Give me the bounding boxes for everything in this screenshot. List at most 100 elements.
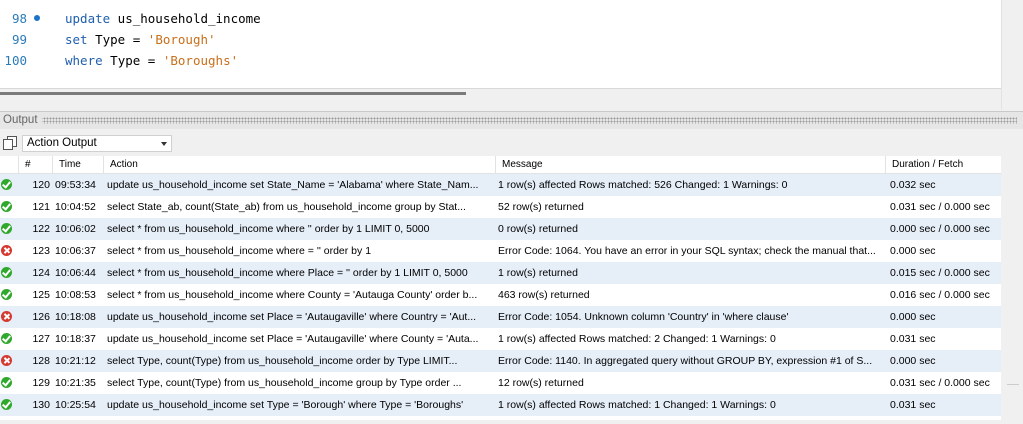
row-number: 127 bbox=[32, 333, 50, 345]
statement-marker-icon bbox=[34, 15, 40, 21]
row-message: 463 row(s) returned bbox=[498, 289, 590, 301]
status-cell bbox=[0, 350, 18, 372]
row-message: Error Code: 1064. You have an error in y… bbox=[498, 245, 876, 257]
row-duration: 0.000 sec bbox=[890, 311, 936, 323]
row-action: select Type, count(Type) from us_househo… bbox=[107, 377, 462, 389]
row-duration: 0.015 sec / 0.000 sec bbox=[890, 267, 990, 279]
column-header-number[interactable]: # bbox=[18, 156, 55, 173]
table-row[interactable]: 124 10:06:44 select * from us_household_in… bbox=[0, 262, 1001, 284]
success-check-icon bbox=[1, 223, 12, 234]
row-message: 0 row(s) returned bbox=[498, 223, 578, 235]
status-cell bbox=[0, 394, 18, 416]
row-number: 122 bbox=[32, 223, 50, 235]
row-time: 10:21:35 bbox=[55, 377, 96, 389]
action-output-grid[interactable]: # Time Action Message Duration / Fetch 1… bbox=[0, 156, 1001, 420]
column-header-time[interactable]: Time bbox=[52, 156, 103, 173]
row-action: update us_household_income set Place = '… bbox=[107, 311, 477, 323]
status-cell bbox=[0, 284, 18, 306]
column-header-action[interactable]: Action bbox=[103, 156, 495, 173]
table-row[interactable]: 120 09:53:34 update us_household_income se… bbox=[0, 174, 1001, 196]
success-check-icon bbox=[1, 179, 12, 190]
row-message: Error Code: 1140. In aggregated query wi… bbox=[498, 355, 873, 367]
editor-horizontal-scrollbar[interactable] bbox=[0, 92, 466, 95]
row-time: 10:06:02 bbox=[55, 223, 96, 235]
output-toolbar: Action Output bbox=[0, 132, 1023, 154]
drag-grip[interactable] bbox=[40, 117, 1017, 124]
code-text: where Type = 'Boroughs' bbox=[65, 53, 239, 68]
row-number: 124 bbox=[32, 267, 50, 279]
row-time: 09:53:34 bbox=[55, 179, 96, 191]
line-number: 98 bbox=[11, 11, 27, 26]
row-time: 10:21:12 bbox=[55, 355, 96, 367]
success-check-icon bbox=[1, 267, 12, 278]
row-action: update us_household_income set Place = '… bbox=[107, 333, 479, 345]
row-time: 10:18:08 bbox=[55, 311, 96, 323]
table-row[interactable]: 123 10:06:37 select * from us_household_in… bbox=[0, 240, 1001, 262]
success-check-icon bbox=[1, 289, 12, 300]
row-action: select * from us_household_income where … bbox=[107, 223, 430, 235]
row-duration: 0.031 sec bbox=[890, 399, 936, 411]
column-header-duration[interactable]: Duration / Fetch bbox=[885, 156, 1001, 173]
row-action: update us_household_income set State_Nam… bbox=[107, 179, 479, 191]
row-message: 1 row(s) affected Rows matched: 526 Chan… bbox=[498, 179, 788, 191]
code-line[interactable]: 100 where Type = 'Boroughs' bbox=[0, 50, 1000, 71]
error-x-icon bbox=[1, 245, 12, 256]
success-check-icon bbox=[1, 201, 12, 212]
table-row[interactable]: 121 10:04:52 select State_ab, count(State_… bbox=[0, 196, 1001, 218]
row-time: 10:04:52 bbox=[55, 201, 96, 213]
status-cell bbox=[0, 196, 18, 218]
table-row[interactable]: 130 10:25:54 update us_household_income se… bbox=[0, 394, 1001, 416]
status-cell bbox=[0, 262, 18, 284]
row-action: select * from us_household_income where … bbox=[107, 289, 478, 301]
code-line[interactable]: 98 update us_household_income bbox=[0, 8, 1000, 29]
table-row[interactable]: 127 10:18:37 update us_household_income se… bbox=[0, 328, 1001, 350]
table-row[interactable]: 129 10:21:35 select Type, count(Type) from… bbox=[0, 372, 1001, 394]
row-number: 125 bbox=[32, 289, 50, 301]
row-number: 126 bbox=[32, 311, 50, 323]
code-line[interactable]: 99 set Type = 'Borough' bbox=[0, 29, 1000, 50]
output-type-select[interactable]: Action Output bbox=[22, 135, 172, 152]
row-duration: 0.031 sec / 0.000 sec bbox=[890, 377, 990, 389]
row-message: 1 row(s) affected Rows matched: 1 Change… bbox=[498, 399, 776, 411]
copy-icon[interactable] bbox=[3, 136, 17, 150]
table-row[interactable]: 122 10:06:02 select * from us_household_in… bbox=[0, 218, 1001, 240]
editor-vertical-scrollbar[interactable] bbox=[1001, 0, 1023, 110]
row-duration: 0.031 sec / 0.000 sec bbox=[890, 201, 990, 213]
output-panel-header[interactable]: Output bbox=[0, 111, 1023, 129]
row-time: 10:18:37 bbox=[55, 333, 96, 345]
row-message: 1 row(s) returned bbox=[498, 267, 578, 279]
grid-vertical-scrollbar[interactable] bbox=[1007, 384, 1019, 385]
row-number: 129 bbox=[32, 377, 50, 389]
table-row[interactable]: 125 10:08:53 select * from us_household_in… bbox=[0, 284, 1001, 306]
row-duration: 0.000 sec / 0.000 sec bbox=[890, 223, 990, 235]
row-duration: 0.000 sec bbox=[890, 245, 936, 257]
row-message: Error Code: 1054. Unknown column 'Countr… bbox=[498, 311, 789, 323]
output-type-value: Action Output bbox=[27, 137, 97, 149]
sql-editor[interactable]: 98 update us_household_income 99 set Typ… bbox=[0, 0, 1001, 89]
success-check-icon bbox=[1, 377, 12, 388]
table-row[interactable]: 126 10:18:08 update us_household_income se… bbox=[0, 306, 1001, 328]
row-action: select State_ab, count(State_ab) from us… bbox=[107, 201, 466, 213]
row-time: 10:08:53 bbox=[55, 289, 96, 301]
table-row[interactable]: 128 10:21:12 select Type, count(Type) from… bbox=[0, 350, 1001, 372]
row-number: 123 bbox=[32, 245, 50, 257]
output-title: Output bbox=[3, 112, 42, 129]
row-duration: 0.032 sec bbox=[890, 179, 936, 191]
row-number: 121 bbox=[32, 201, 50, 213]
row-duration: 0.031 sec bbox=[890, 333, 936, 345]
status-cell bbox=[0, 218, 18, 240]
row-action: select * from us_household_income where … bbox=[107, 245, 372, 257]
row-number: 120 bbox=[32, 179, 50, 191]
row-number: 130 bbox=[32, 399, 50, 411]
row-duration: 0.016 sec / 0.000 sec bbox=[890, 289, 990, 301]
status-cell bbox=[0, 372, 18, 394]
row-action: select Type, count(Type) from us_househo… bbox=[107, 355, 458, 367]
success-check-icon bbox=[1, 399, 12, 410]
row-number: 128 bbox=[32, 355, 50, 367]
row-duration: 0.000 sec bbox=[890, 355, 936, 367]
status-cell bbox=[0, 328, 18, 350]
error-x-icon bbox=[1, 311, 12, 322]
line-number: 100 bbox=[4, 53, 27, 68]
column-header-message[interactable]: Message bbox=[495, 156, 885, 173]
row-message: 12 row(s) returned bbox=[498, 377, 584, 389]
